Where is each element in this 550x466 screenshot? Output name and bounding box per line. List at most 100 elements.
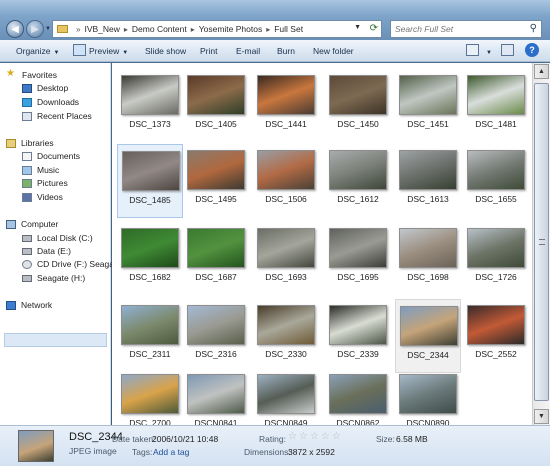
nav-videos[interactable]: Videos xyxy=(22,192,63,202)
nav-documents[interactable]: Documents xyxy=(22,151,80,161)
file-item[interactable]: DSCN0862 xyxy=(325,368,391,425)
photo-thumbnail[interactable] xyxy=(399,374,457,414)
address-bar[interactable]: » IVB_New ▸ Demo Content ▸ Yosemite Phot… xyxy=(52,20,382,38)
breadcrumb-yosemite-photos[interactable]: Yosemite Photos xyxy=(199,24,262,34)
breadcrumb-full-set[interactable]: Full Set xyxy=(274,24,303,34)
photo-thumbnail[interactable] xyxy=(257,228,315,268)
nav-libraries[interactable]: Libraries xyxy=(6,138,54,148)
search-input[interactable] xyxy=(395,24,523,34)
breadcrumb-demo-content[interactable]: Demo Content xyxy=(132,24,187,34)
file-item[interactable]: DSC_2552 xyxy=(463,299,529,373)
file-item[interactable]: DSC_1682 xyxy=(117,222,183,296)
back-button[interactable]: ◀ xyxy=(6,20,24,38)
photo-thumbnail[interactable] xyxy=(121,75,179,115)
organize-button[interactable]: Organize ▼ xyxy=(16,46,59,56)
rating-stars[interactable]: ☆ ☆ ☆ ☆ ☆ xyxy=(288,432,341,442)
file-item[interactable]: DSC_1450 xyxy=(325,69,391,143)
photo-thumbnail[interactable] xyxy=(187,150,245,190)
file-item[interactable]: DSC_2344 xyxy=(395,299,461,373)
nav-desktop[interactable]: Desktop xyxy=(22,83,68,93)
print-button[interactable]: Print xyxy=(200,46,217,56)
photo-thumbnail[interactable] xyxy=(329,75,387,115)
search-icon[interactable]: ⚲ xyxy=(530,23,537,34)
tags-input[interactable]: Add a tag xyxy=(153,447,189,457)
file-list[interactable]: DSC_1373 DSC_1405 DSC_1441 DSC_1450 DSC_1451… xyxy=(112,63,532,425)
photo-thumbnail[interactable] xyxy=(122,151,180,191)
file-item[interactable]: DSCN0890 xyxy=(395,368,461,425)
photo-thumbnail[interactable] xyxy=(399,150,457,190)
nav-seagate[interactable]: Seagate (H:) xyxy=(22,273,85,283)
photo-thumbnail[interactable] xyxy=(187,374,245,414)
file-item[interactable]: DSC_1695 xyxy=(325,222,391,296)
file-item[interactable]: DSC_1726 xyxy=(463,222,529,296)
star-icon[interactable]: ☆ xyxy=(288,432,297,442)
chevron-right-icon[interactable]: ▸ xyxy=(191,25,195,34)
file-item[interactable]: DSC_1485 xyxy=(117,144,183,218)
file-item[interactable]: DSC_1612 xyxy=(325,144,391,218)
preview-pane-icon[interactable] xyxy=(501,44,514,56)
nav-downloads[interactable]: Downloads xyxy=(22,97,79,107)
file-item[interactable]: DSC_2316 xyxy=(183,299,249,373)
star-icon[interactable]: ☆ xyxy=(332,432,341,442)
chevron-right-icon[interactable]: ▸ xyxy=(124,25,128,34)
slideshow-button[interactable]: Slide show xyxy=(145,46,186,56)
file-item[interactable]: DSCN0849 xyxy=(253,368,319,425)
file-item[interactable]: DSC_1441 xyxy=(253,69,319,143)
photo-thumbnail[interactable] xyxy=(467,305,525,345)
nav-music[interactable]: Music xyxy=(22,165,59,175)
photo-thumbnail[interactable] xyxy=(400,306,458,346)
photo-thumbnail[interactable] xyxy=(467,228,525,268)
file-item[interactable]: DSC_2700 xyxy=(117,368,183,425)
nav-local-disk[interactable]: Local Disk (C:) xyxy=(22,233,93,243)
photo-thumbnail[interactable] xyxy=(187,305,245,345)
nav-recent-places[interactable]: Recent Places xyxy=(22,111,92,121)
new-folder-button[interactable]: New folder xyxy=(313,46,354,56)
file-item[interactable]: DSC_1693 xyxy=(253,222,319,296)
photo-thumbnail[interactable] xyxy=(257,150,315,190)
nav-data-disk[interactable]: Data (E:) xyxy=(22,246,71,256)
photo-thumbnail[interactable] xyxy=(399,228,457,268)
email-button[interactable]: E-mail xyxy=(236,46,260,56)
file-item[interactable]: DSC_1481 xyxy=(463,69,529,143)
file-item[interactable]: DSCN0841 xyxy=(183,368,249,425)
search-box[interactable]: ⚲ xyxy=(390,20,542,38)
nav-pictures[interactable]: Pictures xyxy=(22,178,68,188)
photo-thumbnail[interactable] xyxy=(467,75,525,115)
file-item[interactable]: DSC_1506 xyxy=(253,144,319,218)
breadcrumb-ivb-new[interactable]: IVB_New xyxy=(84,24,119,34)
address-dropdown-icon[interactable]: ▼ xyxy=(354,24,361,31)
chevron-right-icon[interactable]: » xyxy=(76,25,80,34)
photo-thumbnail[interactable] xyxy=(187,228,245,268)
vertical-scrollbar[interactable]: ▲ ▼ xyxy=(532,63,550,425)
scrollbar-thumb[interactable] xyxy=(534,83,549,401)
file-item[interactable]: DSC_2330 xyxy=(253,299,319,373)
chevron-right-icon[interactable]: ▸ xyxy=(266,25,270,34)
file-item[interactable]: DSC_1613 xyxy=(395,144,461,218)
photo-thumbnail[interactable] xyxy=(121,305,179,345)
help-icon[interactable]: ? xyxy=(525,43,539,57)
file-item[interactable]: DSC_1687 xyxy=(183,222,249,296)
recent-pages-dropdown-icon[interactable]: ▼ xyxy=(45,26,51,32)
preview-button[interactable]: Preview ▼ xyxy=(89,46,128,56)
nav-cd-drive[interactable]: CD Drive (F:) Seagate xyxy=(22,259,121,269)
photo-thumbnail[interactable] xyxy=(329,305,387,345)
star-icon[interactable]: ☆ xyxy=(321,432,330,442)
file-item[interactable]: DSC_1655 xyxy=(463,144,529,218)
photo-thumbnail[interactable] xyxy=(121,228,179,268)
photo-thumbnail[interactable] xyxy=(329,228,387,268)
photo-thumbnail[interactable] xyxy=(257,75,315,115)
nav-computer[interactable]: Computer xyxy=(6,219,58,229)
nav-favorites[interactable]: ★ Favorites xyxy=(6,69,57,80)
star-icon[interactable]: ☆ xyxy=(310,432,319,442)
photo-thumbnail[interactable] xyxy=(121,374,179,414)
photo-thumbnail[interactable] xyxy=(399,75,457,115)
change-view-icon[interactable] xyxy=(466,44,479,56)
star-icon[interactable]: ☆ xyxy=(299,432,308,442)
view-options-dropdown-icon[interactable]: ▼ xyxy=(483,46,492,56)
photo-thumbnail[interactable] xyxy=(187,75,245,115)
file-item[interactable]: DSC_1373 xyxy=(117,69,183,143)
burn-button[interactable]: Burn xyxy=(277,46,295,56)
photo-thumbnail[interactable] xyxy=(329,374,387,414)
photo-thumbnail[interactable] xyxy=(467,150,525,190)
file-item[interactable]: DSC_2311 xyxy=(117,299,183,373)
